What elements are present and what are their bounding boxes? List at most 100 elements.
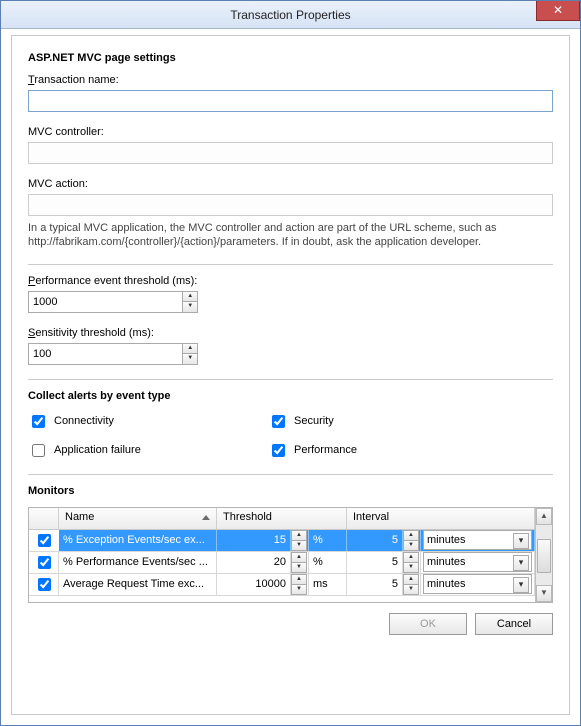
monitors-header-row: Name Threshold Interval: [29, 508, 535, 530]
row-threshold-spin[interactable]: ▲▼: [291, 574, 309, 595]
interval-unit-dropdown[interactable]: minutes: [423, 574, 532, 594]
spin-down-icon[interactable]: ▼: [291, 584, 307, 595]
table-row[interactable]: % Performance Events/sec ...20▲▼%5▲▼minu…: [29, 552, 535, 574]
close-button[interactable]: ✕: [536, 1, 580, 21]
interval-unit-dropdown[interactable]: minutes: [423, 530, 532, 550]
check-connectivity[interactable]: Connectivity: [28, 412, 268, 431]
row-checkbox[interactable]: [38, 578, 51, 591]
check-security[interactable]: Security: [268, 412, 508, 431]
check-app-failure[interactable]: Application failure: [28, 441, 268, 460]
spinner-buttons[interactable]: ▲▼: [182, 344, 197, 364]
spin-up-icon[interactable]: ▲: [403, 530, 419, 540]
row-interval-unit[interactable]: minutes: [421, 552, 535, 573]
col-interval[interactable]: Interval: [347, 508, 535, 529]
interval-unit-dropdown[interactable]: minutes: [423, 552, 532, 572]
spin-down-icon[interactable]: ▼: [403, 562, 419, 573]
row-name: Average Request Time exc...: [59, 574, 217, 595]
spin-up-icon[interactable]: ▲: [183, 292, 197, 303]
perf-threshold-label: Performance event threshold (ms):: [28, 275, 553, 287]
window-title: Transaction Properties: [230, 8, 350, 22]
scroll-down-icon[interactable]: ▼: [536, 585, 552, 602]
row-checkbox[interactable]: [38, 556, 51, 569]
content-panel: ASP.NET MVC page settings Transaction na…: [11, 35, 570, 715]
table-row[interactable]: Average Request Time exc...10000▲▼ms5▲▼m…: [29, 574, 535, 596]
spin-down-icon[interactable]: ▼: [403, 540, 419, 551]
performance-checkbox[interactable]: [272, 444, 285, 457]
perf-threshold-input[interactable]: [29, 292, 182, 312]
sensitivity-label: Sensitivity threshold (ms):: [28, 327, 553, 339]
row-checkbox-cell: [29, 552, 59, 573]
separator-2: [28, 379, 553, 380]
separator-3: [28, 474, 553, 475]
row-threshold-spin[interactable]: ▲▼: [291, 552, 309, 573]
security-checkbox[interactable]: [272, 415, 285, 428]
row-threshold-spin[interactable]: ▲▼: [291, 530, 309, 551]
row-threshold-unit: %: [309, 552, 347, 573]
spinner-buttons[interactable]: ▲▼: [182, 292, 197, 312]
scroll-up-icon[interactable]: ▲: [536, 508, 552, 525]
row-threshold-unit: %: [309, 530, 347, 551]
spin-up-icon[interactable]: ▲: [403, 552, 419, 562]
mvc-controller-label: MVC controller:: [28, 126, 553, 138]
row-name: % Exception Events/sec ex...: [59, 530, 217, 551]
sort-asc-icon: [202, 515, 210, 520]
spin-down-icon[interactable]: ▼: [403, 584, 419, 595]
mvc-controller-input[interactable]: [28, 142, 553, 164]
row-checkbox[interactable]: [38, 534, 51, 547]
scroll-thumb[interactable]: [537, 539, 551, 573]
spin-up-icon[interactable]: ▲: [403, 574, 419, 584]
spin-down-icon[interactable]: ▼: [183, 354, 197, 364]
sensitivity-spinner[interactable]: ▲▼: [28, 343, 198, 365]
row-name: % Performance Events/sec ...: [59, 552, 217, 573]
transaction-name-label: Transaction name:: [28, 74, 553, 86]
row-threshold-value[interactable]: 15: [217, 530, 291, 551]
perf-threshold-spinner[interactable]: ▲▼: [28, 291, 198, 313]
connectivity-label: Connectivity: [54, 415, 114, 427]
app-failure-label: Application failure: [54, 444, 141, 456]
ok-button[interactable]: OK: [389, 613, 467, 635]
row-interval-spin[interactable]: ▲▼: [403, 574, 421, 595]
row-interval-value[interactable]: 5: [347, 574, 403, 595]
spin-down-icon[interactable]: ▼: [183, 302, 197, 312]
scroll-track[interactable]: [536, 525, 552, 585]
monitors-scrollbar[interactable]: ▲ ▼: [535, 508, 552, 602]
section-alerts-heading: Collect alerts by event type: [28, 390, 553, 402]
row-checkbox-cell: [29, 530, 59, 551]
row-threshold-unit: ms: [309, 574, 347, 595]
mvc-action-label: MVC action:: [28, 178, 553, 190]
col-name[interactable]: Name: [59, 508, 217, 529]
spin-up-icon[interactable]: ▲: [291, 530, 307, 540]
row-threshold-value[interactable]: 20: [217, 552, 291, 573]
check-performance[interactable]: Performance: [268, 441, 508, 460]
spin-up-icon[interactable]: ▲: [183, 344, 197, 355]
section-mvc-heading: ASP.NET MVC page settings: [28, 52, 553, 64]
row-interval-spin[interactable]: ▲▼: [403, 530, 421, 551]
row-interval-value[interactable]: 5: [347, 552, 403, 573]
cancel-button[interactable]: Cancel: [475, 613, 553, 635]
col-threshold[interactable]: Threshold: [217, 508, 347, 529]
connectivity-checkbox[interactable]: [32, 415, 45, 428]
transaction-name-input[interactable]: [28, 90, 553, 112]
spin-up-icon[interactable]: ▲: [291, 574, 307, 584]
spin-down-icon[interactable]: ▼: [291, 562, 307, 573]
col-checkbox[interactable]: [29, 508, 59, 529]
table-row[interactable]: % Exception Events/sec ex...15▲▼%5▲▼minu…: [29, 530, 535, 552]
sensitivity-input[interactable]: [29, 344, 182, 364]
app-failure-checkbox[interactable]: [32, 444, 45, 457]
close-icon: ✕: [553, 3, 563, 17]
row-threshold-value[interactable]: 10000: [217, 574, 291, 595]
row-interval-unit[interactable]: minutes: [421, 530, 535, 551]
separator-1: [28, 264, 553, 265]
mvc-action-input[interactable]: [28, 194, 553, 216]
spin-down-icon[interactable]: ▼: [291, 540, 307, 551]
security-label: Security: [294, 415, 334, 427]
section-monitors-heading: Monitors: [28, 485, 553, 497]
mvc-help-text: In a typical MVC application, the MVC co…: [28, 222, 553, 250]
row-interval-unit[interactable]: minutes: [421, 574, 535, 595]
row-interval-spin[interactable]: ▲▼: [403, 552, 421, 573]
titlebar: Transaction Properties ✕: [1, 1, 580, 29]
row-interval-value[interactable]: 5: [347, 530, 403, 551]
performance-label: Performance: [294, 444, 357, 456]
monitors-table: Name Threshold Interval % Exception Even…: [28, 507, 553, 603]
spin-up-icon[interactable]: ▲: [291, 552, 307, 562]
